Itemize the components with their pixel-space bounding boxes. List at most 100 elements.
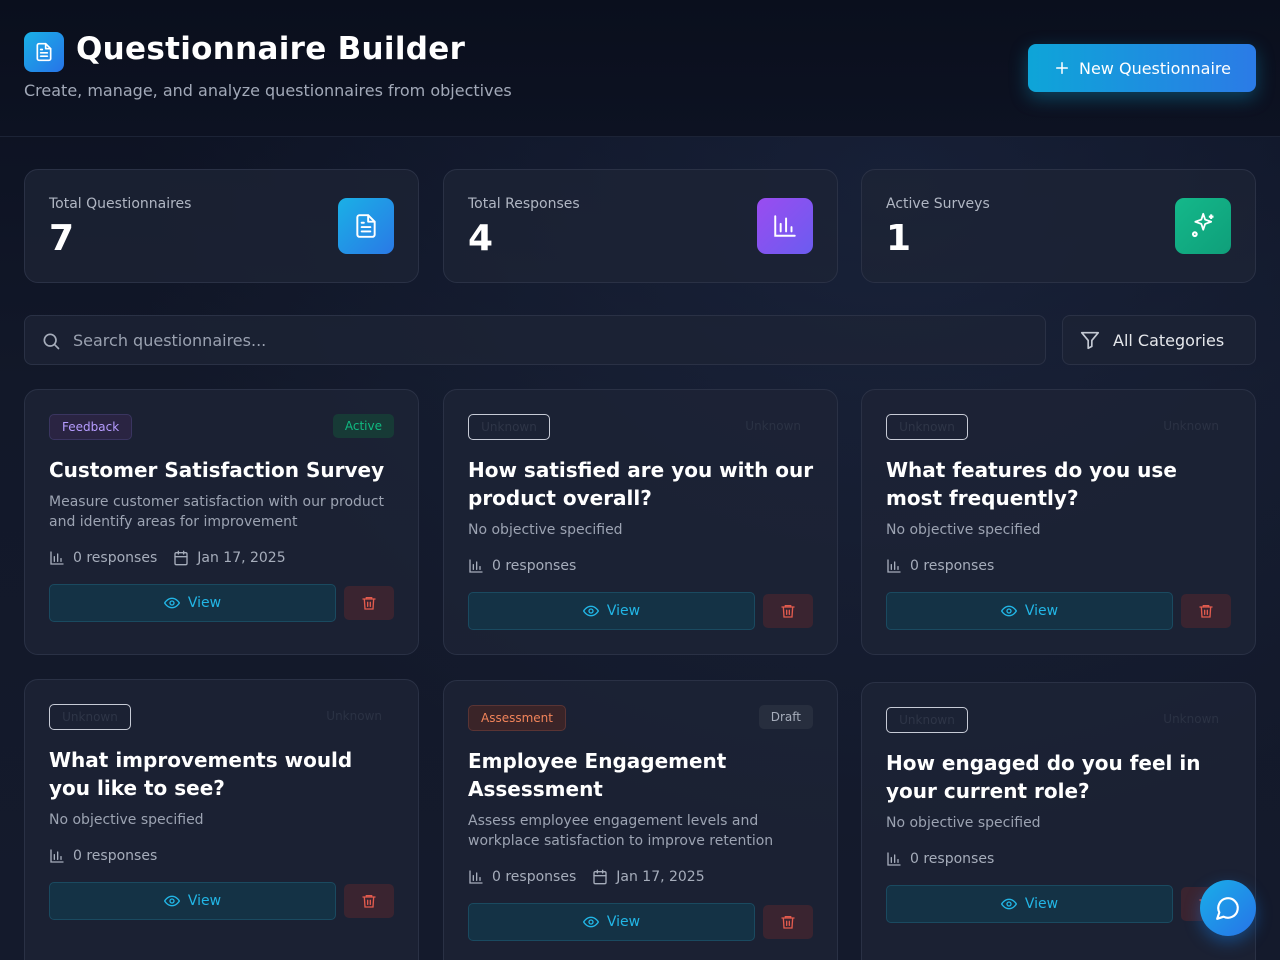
card-meta: 0 responses Jan 17, 2025	[468, 867, 713, 887]
stat-card-total-responses: Total Responses 4	[443, 169, 838, 283]
view-button[interactable]: View	[49, 882, 336, 920]
chat-bubble-icon	[1216, 897, 1239, 920]
bar-chart-icon	[887, 559, 901, 573]
stat-value: 4	[468, 218, 494, 259]
response-count: 0 responses	[73, 848, 158, 864]
search-input[interactable]	[73, 316, 1033, 364]
eye-icon	[582, 916, 599, 928]
card-description: Assess employee engagement levels and wo…	[468, 813, 774, 849]
card-meta: 0 responses	[886, 556, 1002, 576]
response-count: 0 responses	[492, 869, 577, 885]
bar-chart-icon	[50, 551, 64, 565]
view-label: View	[187, 893, 222, 909]
trash-icon	[781, 916, 795, 929]
category-filter-dropdown[interactable]: All Categories	[1062, 315, 1256, 365]
view-label: View	[1024, 896, 1059, 912]
response-count: 0 responses	[910, 851, 995, 867]
search-bar	[24, 315, 1046, 365]
card-meta: 0 responses	[49, 846, 165, 866]
filter-icon	[1080, 331, 1100, 350]
bar-chart-icon	[50, 849, 64, 863]
card-description: No objective specified	[468, 522, 623, 538]
questionnaire-card: Unknown Unknown How satisfied are you wi…	[443, 389, 838, 655]
view-label: View	[606, 603, 641, 619]
status-badge: Active	[332, 414, 394, 438]
eye-icon	[163, 597, 180, 609]
response-count: 0 responses	[73, 550, 158, 566]
eye-icon	[163, 895, 180, 907]
eye-icon	[1000, 898, 1017, 910]
stat-card-active-surveys: Active Surveys 1	[861, 169, 1256, 283]
status-badge: Unknown	[1163, 419, 1219, 433]
search-icon	[43, 333, 60, 350]
card-title[interactable]: How engaged do you feel in your current …	[886, 749, 1236, 805]
view-label: View	[1024, 603, 1059, 619]
stat-value: 1	[886, 218, 912, 259]
page-title: Questionnaire Builder	[76, 31, 466, 67]
document-icon	[338, 198, 394, 254]
category-badge: Unknown	[49, 704, 131, 730]
view-button[interactable]: View	[886, 885, 1173, 923]
questionnaire-card: Feedback Active Customer Satisfaction Su…	[24, 389, 419, 655]
trash-icon	[362, 895, 376, 908]
bar-chart-icon	[469, 559, 483, 573]
bar-chart-icon	[469, 870, 483, 884]
category-badge: Assessment	[468, 705, 566, 731]
card-meta: 0 responses	[468, 556, 584, 576]
delete-button[interactable]	[344, 586, 394, 620]
questionnaire-card: Unknown Unknown What features do you use…	[861, 389, 1256, 655]
new-questionnaire-label: New Questionnaire	[1078, 58, 1231, 78]
card-title[interactable]: Customer Satisfaction Survey	[49, 456, 399, 484]
card-description: Measure customer satisfaction with our p…	[49, 494, 384, 530]
view-label: View	[606, 914, 641, 930]
view-button[interactable]: View	[49, 584, 336, 622]
page-header: Questionnaire Builder Create, manage, an…	[0, 0, 1280, 137]
trash-icon	[1199, 605, 1213, 618]
view-button[interactable]: View	[886, 592, 1173, 630]
page-subtitle: Create, manage, and analyze questionnair…	[24, 81, 512, 100]
view-button[interactable]: View	[468, 903, 755, 941]
delete-button[interactable]	[763, 594, 813, 628]
stat-label: Total Questionnaires	[49, 196, 192, 212]
stat-label: Active Surveys	[886, 196, 990, 212]
card-meta: 0 responses Jan 17, 2025	[49, 548, 294, 568]
view-button[interactable]: View	[468, 592, 755, 630]
category-badge: Unknown	[886, 414, 968, 440]
trash-icon	[362, 597, 376, 610]
chat-button[interactable]	[1200, 880, 1256, 936]
response-count: 0 responses	[492, 558, 577, 574]
stat-value: 7	[49, 218, 75, 259]
questionnaire-card: Assessment Draft Employee Engagement Ass…	[443, 680, 838, 960]
card-title[interactable]: How satisfied are you with our product o…	[468, 456, 818, 512]
delete-button[interactable]	[1181, 594, 1231, 628]
calendar-icon	[174, 550, 188, 566]
bar-chart-icon	[887, 852, 901, 866]
card-title[interactable]: What improvements would you like to see?	[49, 746, 399, 802]
card-description: No objective specified	[886, 815, 1041, 831]
calendar-icon	[593, 869, 607, 885]
category-badge: Feedback	[49, 414, 133, 440]
status-badge: Unknown	[326, 709, 382, 723]
category-badge: Unknown	[886, 707, 968, 733]
delete-button[interactable]	[763, 905, 813, 939]
category-badge: Unknown	[468, 414, 550, 440]
sparkles-icon	[1175, 198, 1231, 254]
questionnaire-card: Unknown Unknown What improvements would …	[24, 679, 419, 960]
created-date: Jan 17, 2025	[197, 550, 286, 566]
trash-icon	[781, 605, 795, 618]
card-description: No objective specified	[49, 812, 204, 828]
card-description: No objective specified	[886, 522, 1041, 538]
new-questionnaire-button[interactable]: New Questionnaire	[1028, 44, 1256, 92]
status-badge: Unknown	[745, 419, 801, 433]
bar-chart-icon	[757, 198, 813, 254]
stat-label: Total Responses	[468, 196, 580, 212]
status-badge: Unknown	[1163, 712, 1219, 726]
view-label: View	[187, 595, 222, 611]
card-meta: 0 responses	[886, 849, 1002, 869]
status-badge: Draft	[758, 705, 813, 729]
card-title[interactable]: Employee Engagement Assessment	[468, 747, 818, 803]
delete-button[interactable]	[344, 884, 394, 918]
card-title[interactable]: What features do you use most frequently…	[886, 456, 1236, 512]
created-date: Jan 17, 2025	[616, 869, 705, 885]
eye-icon	[1000, 605, 1017, 617]
